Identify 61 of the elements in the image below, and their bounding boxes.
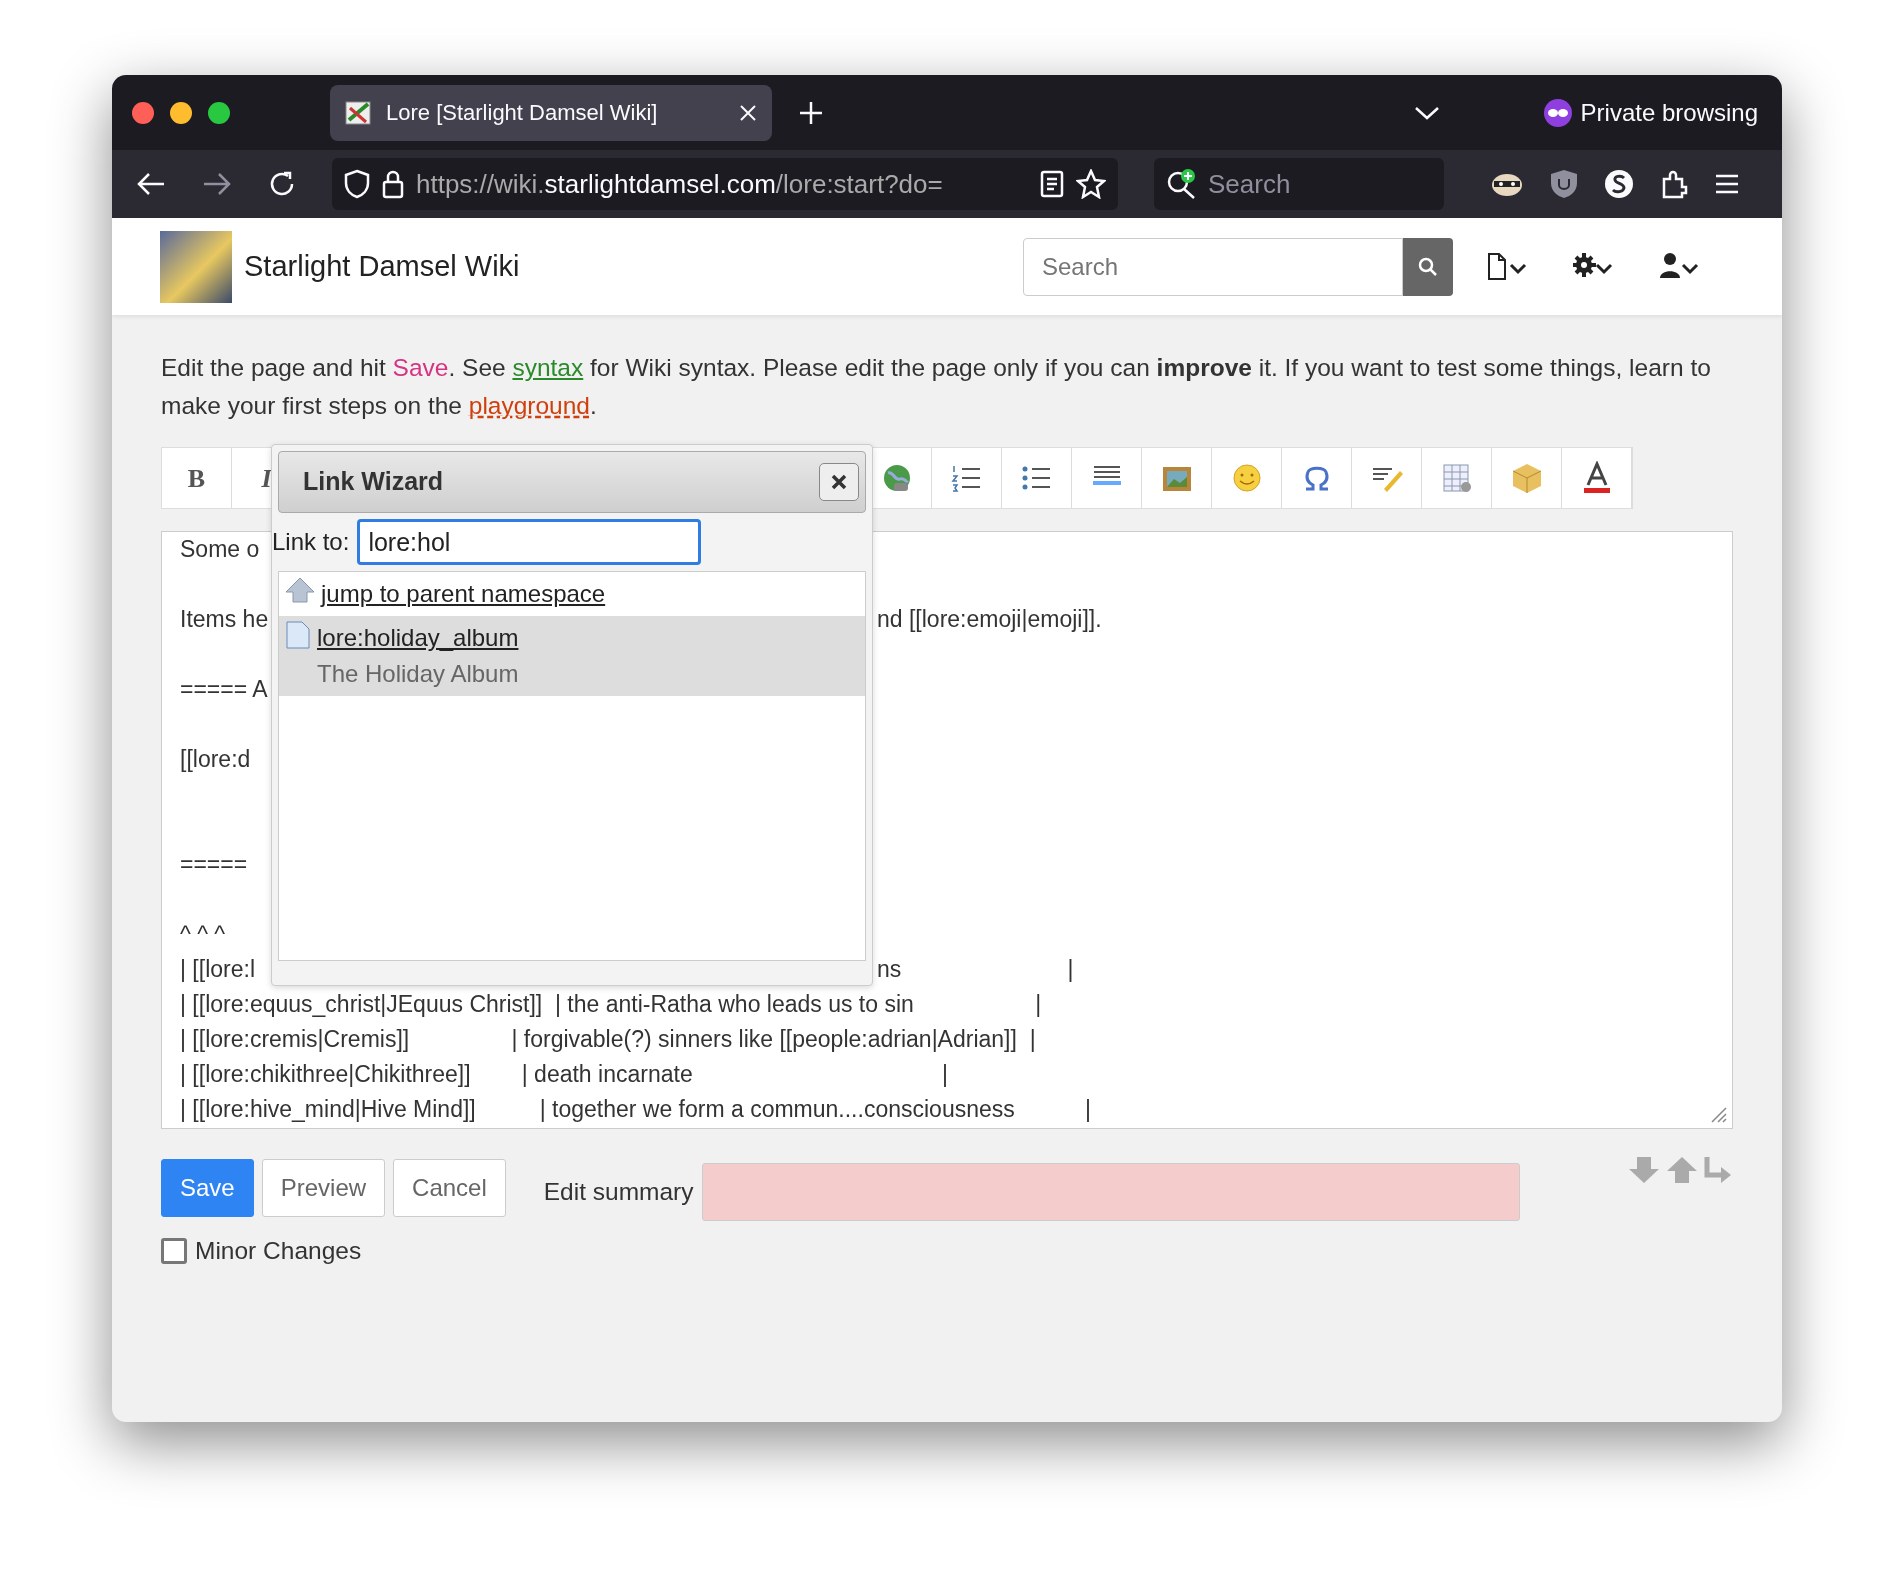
edit-summary-label: Edit summary [543, 1176, 694, 1207]
edit-summary-field[interactable] [701, 1163, 1520, 1221]
search-button[interactable] [1403, 237, 1453, 296]
editor-line: [[lore:d [180, 746, 251, 772]
dialog-title: Link Wizard [303, 466, 444, 498]
url-text: https://wiki.starlightdamsel.com/lore:start?do= [416, 167, 944, 201]
syntax-link[interactable]: syntax [512, 354, 584, 381]
star-icon[interactable] [1076, 169, 1106, 199]
address-bar[interactable]: https://wiki.starlightdamsel.com/lore:start?do= [332, 158, 1118, 210]
lock-icon [382, 169, 404, 199]
puzzle-icon[interactable] [1660, 169, 1688, 199]
editor-line: ^ ^ ^ [180, 921, 226, 947]
editor-line: Items he [180, 606, 269, 632]
playground-link[interactable]: playground [468, 392, 590, 419]
private-browsing-label: Private browsing [1580, 97, 1758, 128]
page-tools-icon[interactable] [1487, 250, 1527, 283]
link-suggestion[interactable]: lore:holiday_album The Holiday Album [279, 616, 865, 696]
forward-arrow-icon[interactable] [202, 171, 232, 197]
close-button[interactable] [819, 463, 859, 501]
link-suggestion[interactable]: jump to parent namespace [279, 572, 865, 616]
maximize-window-button[interactable] [208, 101, 230, 124]
save-button[interactable]: Save [161, 1159, 254, 1217]
minimize-window-button[interactable] [170, 101, 192, 124]
editor-line: | [[lore:equus_christ|JEquus Christ]] | the anti-Ratha who leads us to sin | [180, 990, 1042, 1019]
back-arrow-icon[interactable] [136, 171, 166, 197]
intro-paragraph: Edit the page and hit Save. See syntax for Wiki syntax. Please edit the page only if you can improve it. If you want to test some things, learn to make your first steps on the playground. [161, 353, 1712, 421]
close-window-button[interactable] [132, 101, 154, 124]
private-mask-icon [1542, 97, 1573, 128]
editor-line: ns | [877, 955, 1074, 984]
menu-icon[interactable] [1714, 173, 1740, 195]
editor-line: | [[lore:l [180, 956, 255, 982]
minor-changes-label: Minor Changes [195, 1236, 362, 1266]
search-icon [1166, 168, 1198, 200]
link-target-field[interactable]: lore:hol [357, 519, 702, 565]
editor-line: Some o [180, 536, 260, 562]
editor-line: ===== A [180, 676, 268, 702]
shield-badge-icon[interactable] [1550, 169, 1578, 199]
browser-tab[interactable]: Lore [Starlight Damsel Wiki] [330, 84, 772, 141]
editor-line: | [[lore:cremis|Cremis]] | forgivable(?) sinners like [[people:adrian|Adrian]] | [180, 1025, 1036, 1054]
editor-line: nd [[lore:emoji|emoji]]. [877, 605, 1102, 634]
site-title[interactable]: Starlight Damsel Wiki [244, 244, 520, 289]
editor-line: ===== [180, 851, 248, 877]
editor-line: | [[lore:hive_mind|Hive Mind]] | together we form a commun....consciousness | [180, 1095, 1092, 1124]
editor-line: | [[lore:chikithree|Chikithree]] | death incarnate | [180, 1060, 948, 1089]
minor-changes-checkbox[interactable] [161, 1238, 187, 1265]
search-icon [1418, 256, 1438, 277]
page-icon [285, 620, 311, 650]
tab-list-icon[interactable] [1414, 104, 1440, 121]
reload-icon[interactable] [268, 170, 296, 198]
site-search-field[interactable]: Search [1023, 237, 1403, 296]
close-tab-icon[interactable] [738, 102, 758, 123]
shield-icon [344, 169, 370, 199]
reader-view-icon[interactable] [1040, 170, 1064, 198]
browser-search-field[interactable]: Search [1154, 158, 1444, 210]
link-to-label: Link to: [272, 527, 350, 557]
form-button[interactable]: Preview [261, 1159, 386, 1217]
new-tab-icon[interactable] [798, 99, 824, 126]
s-circle-icon[interactable] [1604, 169, 1634, 199]
form-button[interactable]: Cancel [393, 1159, 506, 1217]
up-arrow-icon [285, 576, 315, 604]
close-icon [831, 474, 847, 490]
